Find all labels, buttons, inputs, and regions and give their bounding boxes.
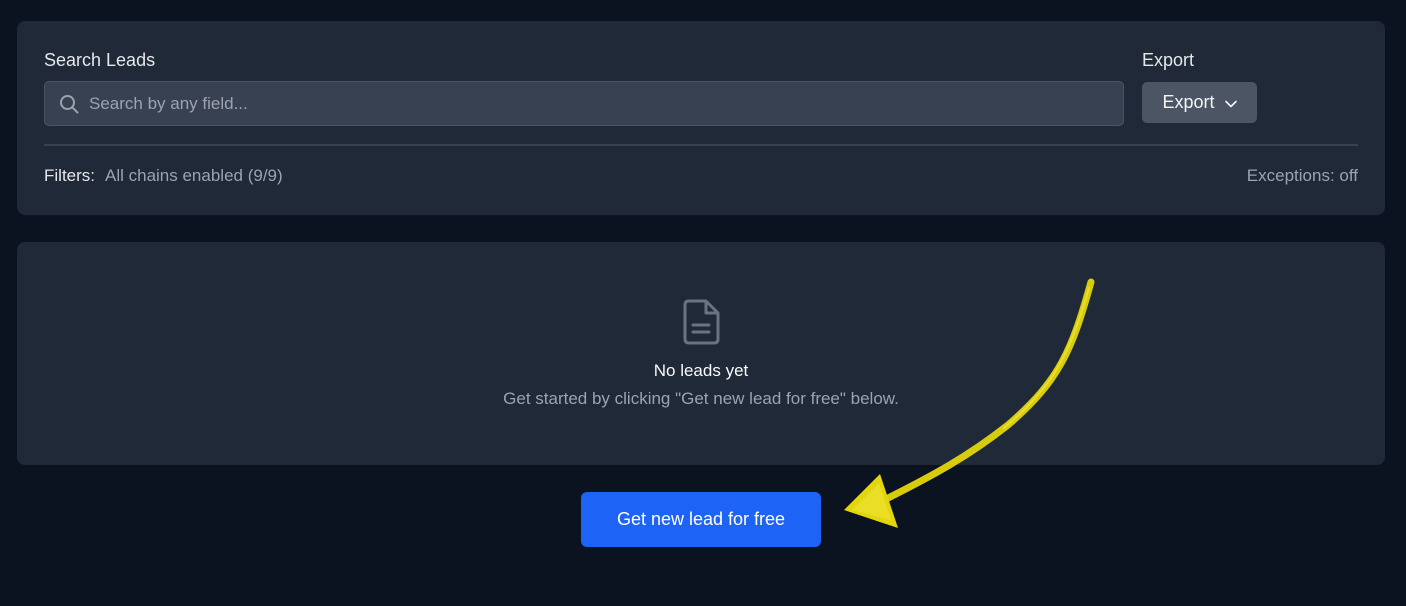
chevron-down-icon — [1224, 92, 1237, 113]
search-field[interactable] — [44, 81, 1124, 126]
export-label: Export — [1142, 50, 1195, 70]
filters-value[interactable]: All chains enabled (9/9) — [105, 166, 283, 185]
get-new-lead-label: Get new lead for free — [616, 509, 786, 529]
search-input[interactable] — [89, 82, 1123, 125]
get-new-lead-button[interactable]: Get new lead for free — [581, 492, 821, 547]
empty-state-panel: No leads yet Get started by clicking "Ge… — [17, 242, 1385, 465]
search-panel: Search Leads Export Export Filters: All c… — [17, 21, 1385, 215]
empty-state-subtitle: Get started by clicking "Get new lead fo… — [503, 389, 899, 408]
divider — [44, 144, 1358, 146]
empty-state-title: No leads yet — [653, 361, 749, 380]
filters-key: Filters: — [44, 166, 95, 185]
filters-summary: Filters: All chains enabled (9/9) — [44, 166, 283, 186]
search-label: Search Leads — [44, 50, 156, 70]
search-icon — [59, 94, 79, 114]
export-button-label: Export — [1162, 92, 1215, 112]
exceptions-status[interactable]: Exceptions: off — [1247, 166, 1358, 186]
export-button[interactable]: Export — [1142, 82, 1257, 123]
document-icon — [682, 299, 720, 350]
